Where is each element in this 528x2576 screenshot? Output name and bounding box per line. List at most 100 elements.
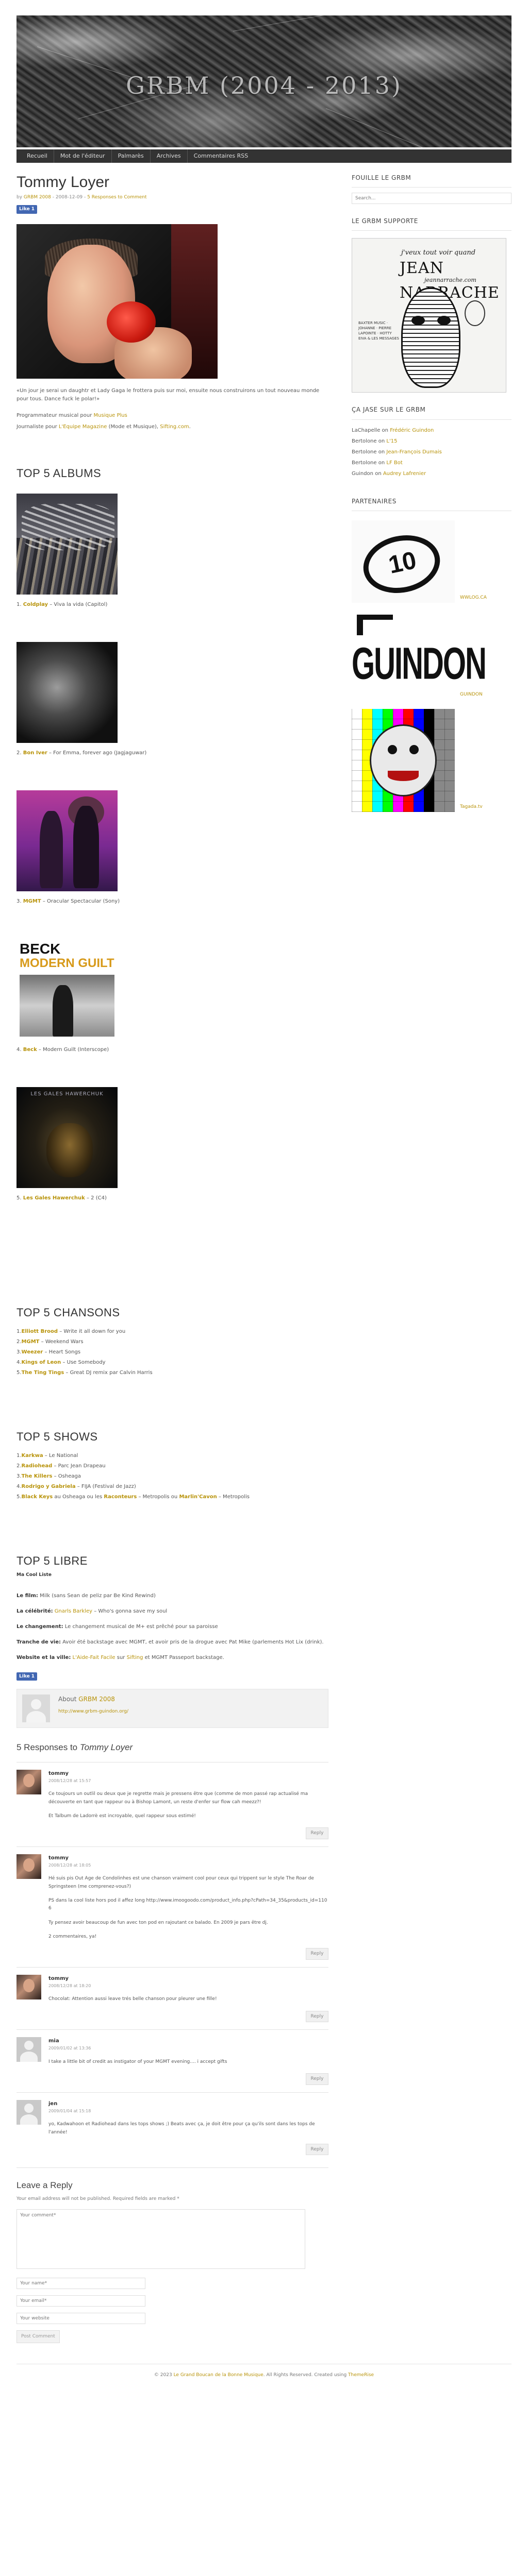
author-link[interactable]: GRBM 2008 [78, 1696, 115, 1703]
libre-link[interactable]: Sifting [127, 1655, 143, 1660]
comment-date[interactable]: 2009/01/02 at 13:36 [48, 2045, 328, 2052]
recent-comment-link[interactable]: L'15 [386, 438, 397, 444]
song-artist-link[interactable]: The Ting Tings [22, 1370, 64, 1376]
album-artist-link[interactable]: Les Gales Hawerchuk [23, 1195, 85, 1201]
libre-link[interactable]: L'Aide-Fait Facile [73, 1655, 116, 1660]
comment-date[interactable]: 2008/12/28 at 15:57 [48, 1778, 328, 1785]
website-field[interactable] [16, 2313, 145, 2325]
show-artist-link[interactable]: Black Keys [22, 1494, 53, 1500]
partner-item: 10 WWLOG.CA [352, 520, 512, 603]
musique-plus-link[interactable]: Musique Plus [94, 413, 127, 418]
recent-comment-link[interactable]: Jean-François Dumais [386, 449, 441, 455]
top-libre-section: TOP 5 LIBRE Ma Cool Liste Le film: Milk … [16, 1552, 328, 1681]
show-artist-link[interactable]: The Killers [22, 1473, 53, 1479]
song-artist-link[interactable]: MGMT [22, 1339, 40, 1345]
recent-comments-list: LaChapelle on Frédéric Guindon Bertolone… [352, 425, 512, 479]
top-albums-heading: TOP 5 ALBUMS [16, 466, 102, 480]
avatar [16, 1854, 41, 1879]
sifting-link[interactable]: Sifting.com [160, 424, 189, 430]
post-comment-button[interactable]: Post Comment [16, 2330, 60, 2343]
top-chansons-heading: TOP 5 CHANSONS [16, 1306, 120, 1319]
libre-link[interactable]: Gnarls Barkley [55, 1608, 92, 1614]
email-field[interactable] [16, 2295, 145, 2307]
site-title[interactable]: GRBM (2004 - 2013) [16, 67, 512, 105]
reply-button[interactable]: Reply [306, 1948, 328, 1960]
partner-logo-tagada[interactable] [352, 708, 455, 812]
comment-date[interactable]: 2008/12/28 at 18:20 [48, 1983, 328, 1990]
album-item: BECK MODERN GUILT 4. Beck – Modern Guilt… [16, 938, 328, 1054]
post-comments-link[interactable]: 5 Responses to Comment [87, 195, 146, 200]
reply-button[interactable]: Reply [306, 2073, 328, 2085]
post-photo [16, 224, 218, 379]
comment-author[interactable]: tommy [48, 1854, 328, 1862]
post-author-link[interactable]: GRBM 2008 [24, 195, 51, 200]
list-item: 5.The Ting Tings – Great DJ remix par Ca… [16, 1370, 153, 1376]
nav-item-mot-editeur[interactable]: Mot de l'éditeur [54, 149, 112, 163]
show-artist-link[interactable]: Marlin'Cavon [179, 1494, 217, 1500]
reply-button[interactable]: Reply [306, 1827, 328, 1839]
album-item: 1. Coldplay – Viva la vida (Capitol) [16, 493, 328, 609]
name-field[interactable] [16, 2278, 145, 2290]
partner-link[interactable]: Tagada.tv [460, 803, 483, 810]
footer-theme-link[interactable]: ThemeRise [348, 2372, 374, 2378]
recent-comment-link[interactable]: Frédéric Guindon [390, 428, 434, 433]
song-artist-link[interactable]: Elliott Brood [22, 1329, 58, 1334]
facebook-like-button[interactable]: Like 1 [16, 1672, 38, 1681]
facebook-like-button[interactable]: Like 1 [16, 205, 38, 214]
nav-item-rss[interactable]: Commentaires RSS [188, 149, 255, 163]
reply-button[interactable]: Reply [306, 2010, 328, 2023]
author-site-link[interactable]: http://www.grbm-guindon.org/ [58, 1708, 128, 1715]
album-artist-link[interactable]: Coldplay [23, 602, 48, 607]
album-artist-link[interactable]: Bon Iver [23, 750, 47, 756]
comment-author[interactable]: jen [48, 2100, 328, 2108]
comment-author[interactable]: mia [48, 2037, 328, 2045]
recent-comment-link[interactable]: Audrey Lafrenier [383, 471, 426, 477]
list-item: 1.Karkwa – Le National [16, 1453, 78, 1459]
album-cover-modern-guilt: BECK MODERN GUILT [16, 938, 118, 1040]
post-role-2: Journaliste pour L'Equipe Magazine (Mode… [16, 423, 191, 430]
comment: mia 2009/01/02 at 13:36 I take a little … [16, 2029, 328, 2085]
nav-item-recueil[interactable]: Recueil [21, 149, 54, 163]
footer-site-link[interactable]: Le Grand Boucan de la Bonne Musique [174, 2372, 263, 2378]
show-artist-link[interactable]: Rodrigo y Gabriela [22, 1484, 76, 1489]
list-item: LaChapelle on Frédéric Guindon [352, 427, 434, 433]
partner-link[interactable]: WWLOG.CA [460, 594, 487, 601]
nav-item-archives[interactable]: Archives [151, 149, 188, 163]
libre-item: Website et la ville: L'Aide-Fait Facile … [16, 1654, 224, 1660]
recent-comment-link[interactable]: LF Bot [386, 460, 402, 466]
comment-author[interactable]: tommy [48, 1770, 328, 1778]
partner-item: GUINDON GUINDON [352, 612, 512, 700]
song-artist-link[interactable]: Weezer [22, 1349, 43, 1355]
show-artist-link[interactable]: Radiohead [22, 1463, 53, 1469]
partner-logo-10[interactable]: 10 [352, 520, 455, 603]
list-item: Bertolone on L'15 [352, 438, 398, 444]
comment-date[interactable]: 2009/01/04 at 15:18 [48, 2108, 328, 2115]
site-banner[interactable]: GRBM (2004 - 2013) [16, 15, 512, 147]
show-artist-link[interactable]: Raconteurs [104, 1494, 137, 1500]
list-item: 5.Black Keys au Osheaga ou les Raconteur… [16, 1494, 250, 1500]
avatar [16, 1769, 41, 1794]
nav-item-palmares[interactable]: Palmarès [112, 149, 151, 163]
responses-heading: 5 Responses to Tommy Loyer [16, 1742, 133, 1753]
album-artist-link[interactable]: Beck [23, 1047, 37, 1053]
list-item: 1.Elliott Brood – Write it all down for … [16, 1329, 126, 1335]
equipe-magazine-link[interactable]: L'Equipe Magazine [59, 424, 107, 430]
list-item: 2.Radiohead – Parc Jean Drapeau [16, 1463, 106, 1469]
comment-date[interactable]: 2008/12/28 at 18:05 [48, 1862, 328, 1869]
jean-narrache-poster[interactable]: j'veux tout voir quand JEAN NARRACHE jea… [352, 238, 506, 393]
album-item: 3. MGMT – Oracular Spectacular (Sony) [16, 790, 328, 906]
partner-item: Tagada.tv [352, 708, 512, 812]
song-artist-link[interactable]: Kings of Leon [22, 1360, 61, 1365]
post-title: Tommy Loyer [16, 174, 110, 191]
album-artist-link[interactable]: MGMT [23, 899, 41, 904]
album-item: 2. Bon Iver – For Emma, forever ago (Jag… [16, 641, 328, 757]
reply-note: Your email address will not be published… [16, 2196, 179, 2202]
partner-logo-guindon[interactable]: GUINDON [352, 612, 487, 700]
comment-author[interactable]: tommy [48, 1975, 328, 1983]
reply-button[interactable]: Reply [306, 2143, 328, 2156]
comment: tommy 2008/12/28 at 15:57 Ce toujours un… [16, 1761, 328, 1839]
show-artist-link[interactable]: Karkwa [22, 1453, 43, 1459]
comment-textarea[interactable] [16, 2209, 305, 2269]
search-input[interactable] [352, 193, 512, 205]
shows-list: 1.Karkwa – Le National 2.Radiohead – Par… [16, 1451, 328, 1502]
